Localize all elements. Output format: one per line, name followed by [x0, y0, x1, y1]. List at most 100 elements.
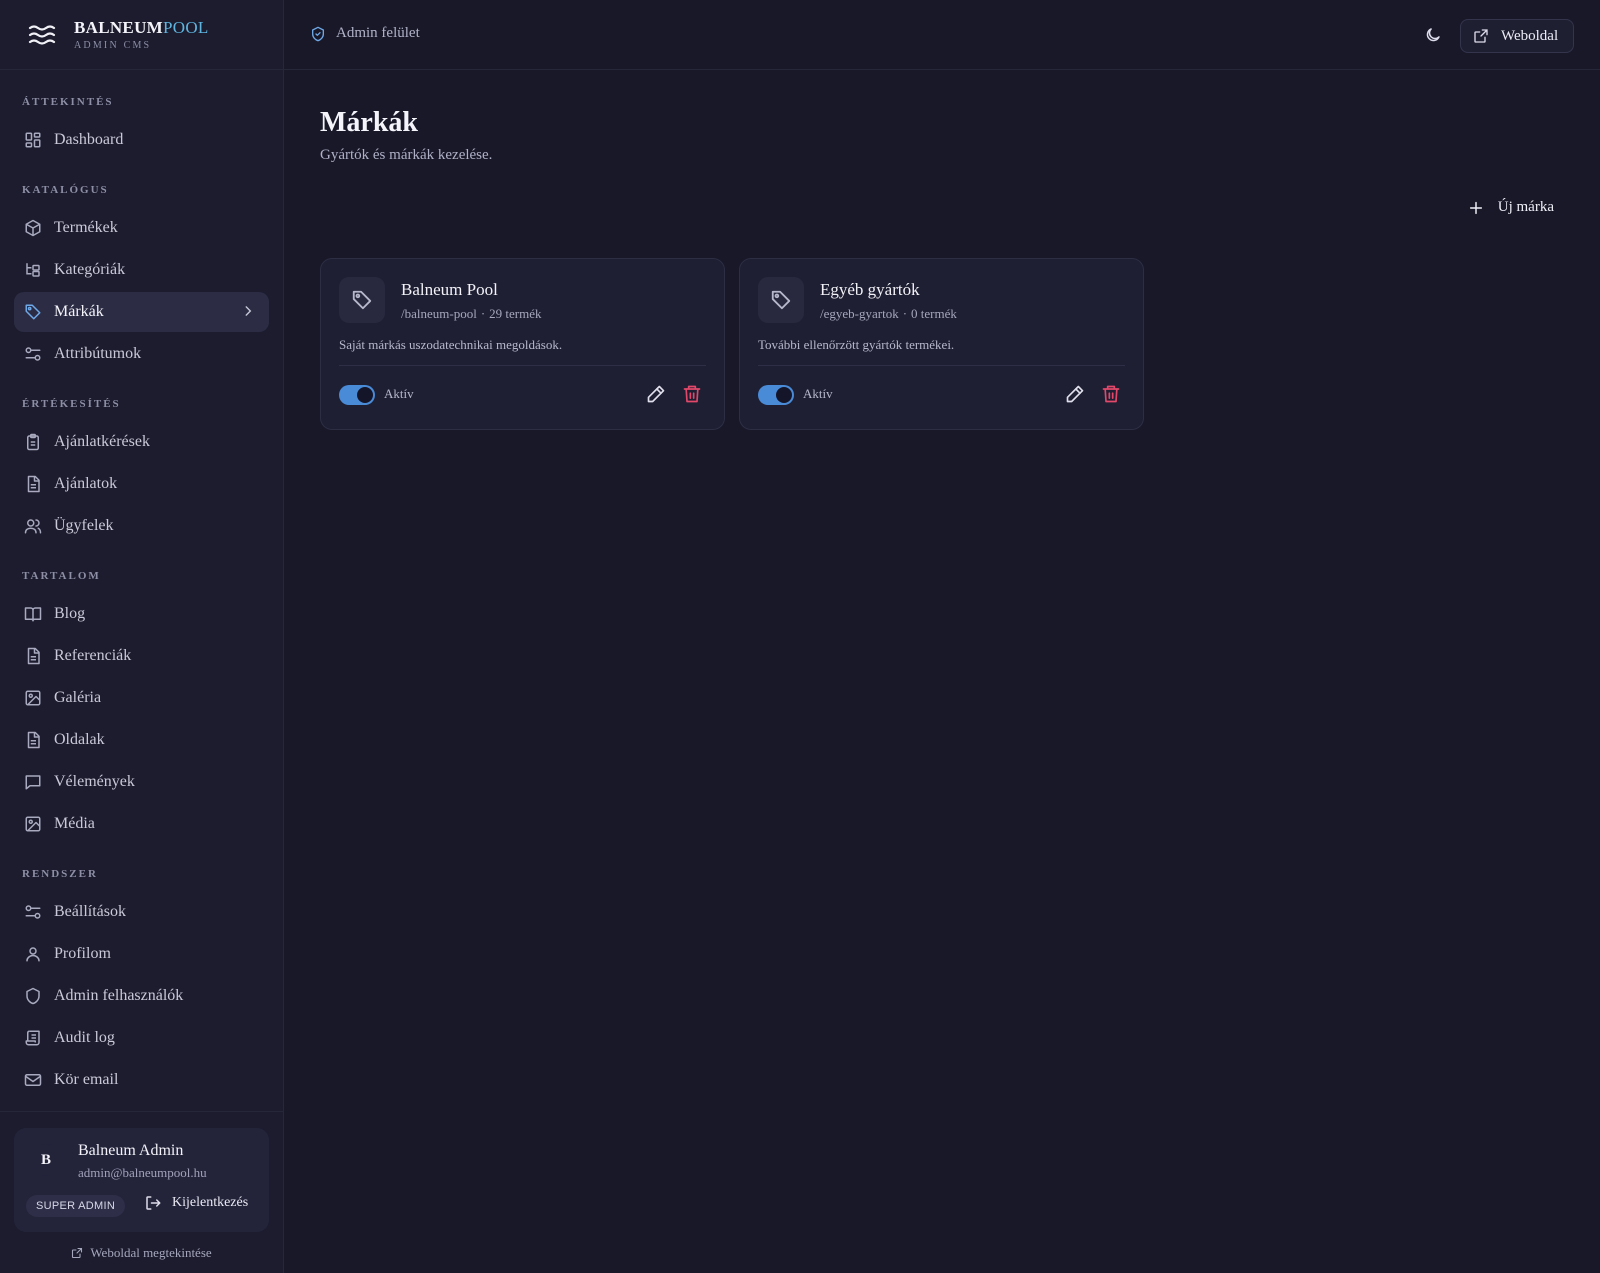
meta-separator: ·: [480, 306, 486, 321]
card-divider: [758, 365, 1125, 366]
sidebar-item-profile[interactable]: Profilom: [14, 934, 269, 974]
sidebar-item-quotes[interactable]: Ajánlatok: [14, 464, 269, 504]
sidebar-item-newsletter[interactable]: Kör email: [14, 1060, 269, 1100]
sidebar-item-label: Média: [54, 815, 95, 832]
view-site-label: Weboldal megtekintése: [90, 1245, 212, 1260]
pencil-icon[interactable]: [1065, 384, 1085, 404]
document-icon: [27, 475, 40, 493]
sidebar-item-label: Attribútumok: [54, 345, 142, 362]
role-badge: SUPER ADMIN: [26, 1195, 126, 1217]
nav-section-label: ÁTTEKINTÉS: [22, 96, 114, 108]
pencil-icon[interactable]: [646, 384, 666, 404]
brand-description: További ellenőrzött gyártók termékei.: [758, 337, 955, 352]
sidebar-item-dashboard[interactable]: Dashboard: [14, 120, 269, 160]
category-tree-icon: [26, 263, 40, 277]
brand-description: Saját márkás uszodatechnikai megoldások.: [339, 337, 563, 352]
user-panel: B Balneum Admin admin@balneumpool.hu SUP…: [0, 1111, 283, 1273]
brand-meta: /egyeb-gyartok · 0 termék: [820, 306, 957, 322]
sidebar-item-label: Vélemények: [54, 773, 135, 790]
sidebar-item-categories[interactable]: Kategóriák: [14, 250, 269, 290]
brand-name: Balneum Pool: [401, 280, 498, 299]
trash-icon[interactable]: [682, 384, 702, 404]
active-toggle[interactable]: [758, 385, 794, 405]
chevron-right-icon: [245, 306, 252, 316]
sidebar-item-label: Beállítások: [54, 903, 126, 920]
toggle-knob: [357, 387, 373, 403]
external-link-icon: [72, 1247, 83, 1259]
active-toggle[interactable]: [339, 385, 375, 405]
topbar: Admin felület Weboldal: [284, 0, 1600, 70]
view-site-link[interactable]: Weboldal megtekintése: [0, 1245, 283, 1261]
brand-product-count: 29 termék: [489, 306, 542, 321]
sidebar-item-label: Blog: [54, 605, 86, 622]
sidebar-nav: ÁTTEKINTÉS Dashboard KATALÓGUS Termékek …: [0, 70, 283, 1100]
new-brand-button[interactable]: Új márka: [1468, 199, 1554, 216]
sidebar-item-label: Kategóriák: [54, 261, 126, 278]
shield-check-icon: [312, 26, 324, 41]
document-icon: [27, 647, 40, 665]
sidebar-item-gallery[interactable]: Galéria: [14, 678, 269, 718]
website-button[interactable]: Weboldal: [1460, 19, 1574, 53]
tag-icon: [25, 304, 41, 320]
nav-section-label: TARTALOM: [22, 570, 101, 582]
package-icon: [25, 219, 41, 237]
chat-icon: [25, 775, 41, 790]
status-label: Aktív: [803, 386, 833, 401]
breadcrumb: Admin felület: [310, 25, 420, 42]
sidebar-item-audit-log[interactable]: Audit log: [14, 1018, 269, 1058]
sidebar-item-label: Admin felhasználók: [54, 987, 184, 1004]
sidebar-item-label: Dashboard: [54, 131, 124, 148]
new-brand-label: Új márka: [1497, 199, 1554, 215]
sliders-icon: [25, 905, 41, 919]
sidebar-item-label: Galéria: [54, 689, 102, 706]
image-icon: [25, 690, 41, 706]
breadcrumb-label: Admin felület: [336, 25, 420, 41]
sidebar-item-label: Referenciák: [54, 647, 132, 664]
brand-name-main: BALNEUM: [74, 17, 163, 37]
sidebar-item-label: Termékek: [54, 219, 118, 236]
card-divider: [339, 365, 706, 366]
sidebar-item-brands[interactable]: Márkák: [14, 292, 269, 332]
mail-icon: [24, 1074, 42, 1086]
brand-card: Balneum Pool /balneum-pool · 29 termék Saj…: [320, 258, 725, 430]
trash-icon[interactable]: [1101, 384, 1121, 404]
sidebar-item-references[interactable]: Referenciák: [14, 636, 269, 676]
plus-icon: [1469, 201, 1482, 214]
brand-slug: /egyeb-gyartok: [820, 306, 899, 321]
nav-section-label: KATALÓGUS: [22, 184, 109, 196]
shield-icon: [26, 987, 40, 1005]
brand-slug: /balneum-pool: [401, 306, 477, 321]
brand[interactable]: BALNEUMPOOL ADMIN CMS: [0, 0, 283, 70]
sidebar-item-attributes[interactable]: Attribútumok: [14, 334, 269, 374]
scroll-icon: [25, 1030, 40, 1046]
brand-icon-box: [758, 277, 804, 323]
users-icon: [24, 519, 42, 534]
sidebar-item-customers[interactable]: Ügyfelek: [14, 506, 269, 546]
sidebar-item-blog[interactable]: Blog: [14, 594, 269, 634]
brand-icon-box: [339, 277, 385, 323]
moon-icon[interactable]: [1424, 26, 1442, 44]
sidebar-item-settings[interactable]: Beállítások: [14, 892, 269, 932]
avatar: B: [30, 1144, 62, 1176]
image-icon: [25, 816, 41, 832]
external-link-icon: [1474, 29, 1488, 43]
logout-button[interactable]: Kijelentkezés: [144, 1194, 248, 1212]
document-icon: [27, 731, 40, 749]
sidebar-item-reviews[interactable]: Vélemények: [14, 762, 269, 802]
user-icon: [26, 947, 40, 962]
sidebar-item-label: Oldalak: [54, 731, 105, 748]
toggle-knob: [776, 387, 792, 403]
sidebar-item-pages[interactable]: Oldalak: [14, 720, 269, 760]
user-card: B Balneum Admin admin@balneumpool.hu SUP…: [14, 1128, 269, 1232]
logout-label: Kijelentkezés: [172, 1195, 249, 1210]
website-button-label: Weboldal: [1501, 27, 1559, 44]
tag-icon: [771, 290, 791, 310]
sidebar-item-admin-users[interactable]: Admin felhasználók: [14, 976, 269, 1016]
sidebar-item-quote-requests[interactable]: Ajánlatkérések: [14, 422, 269, 462]
dashboard-icon: [25, 132, 41, 148]
main-content: Márkák Gyártók és márkák kezelése. Új má…: [284, 71, 1600, 1273]
brand-name-accent: POOL: [163, 17, 209, 37]
sidebar-item-media[interactable]: Média: [14, 804, 269, 844]
sidebar-item-products[interactable]: Termékek: [14, 208, 269, 248]
sidebar-item-label: Profilom: [54, 945, 111, 962]
